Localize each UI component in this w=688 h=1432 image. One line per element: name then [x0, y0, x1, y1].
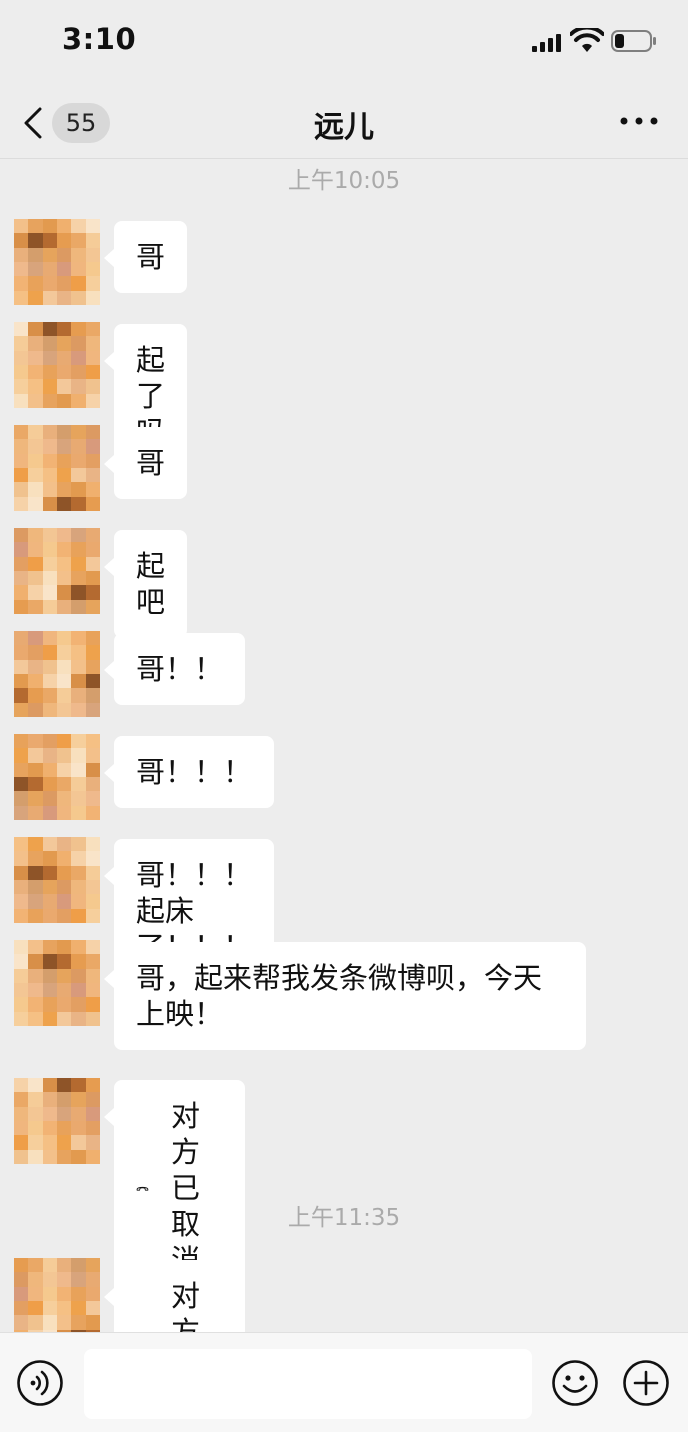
message-bubble[interactable]: 哥 — [103, 221, 188, 293]
avatar[interactable] — [14, 1078, 100, 1164]
time-divider: 上午11:35 — [287, 1205, 401, 1231]
status-bar: 3:10 — [0, 0, 688, 80]
phone-hangup-icon — [136, 1186, 149, 1191]
chat-header: 55 远儿 — [0, 80, 688, 159]
avatar[interactable] — [14, 1258, 100, 1332]
time-divider: 上午10:05 — [287, 168, 401, 194]
message-bubble[interactable]: 起吧 — [103, 530, 188, 638]
avatar[interactable] — [14, 734, 100, 820]
message-bubble[interactable]: 哥 — [103, 427, 188, 499]
avatar[interactable] — [14, 940, 100, 1026]
voice-input-icon[interactable] — [16, 1359, 64, 1407]
wifi-icon — [570, 28, 604, 52]
call-status-text: 对方已取消 — [170, 1099, 200, 1277]
emoji-icon[interactable] — [551, 1359, 599, 1407]
message-bubble[interactable]: 哥！！！ — [103, 736, 275, 808]
avatar[interactable] — [14, 837, 100, 923]
message-input[interactable] — [84, 1349, 532, 1419]
battery-icon — [611, 30, 656, 52]
chat-message-list[interactable]: 上午10:05 哥 起了吗 哥 起吧 哥！！ 哥！！！ 哥！！！起床了！！！ 哥… — [0, 159, 688, 1332]
avatar[interactable] — [14, 425, 100, 511]
avatar[interactable] — [14, 528, 100, 614]
signal-icon — [532, 34, 561, 52]
message-bubble[interactable]: 哥，起来帮我发条微博呗，今天上映！ — [104, 942, 586, 1050]
avatar[interactable] — [14, 219, 100, 305]
plus-icon[interactable] — [622, 1359, 670, 1407]
message-bubble[interactable]: 哥！！ — [103, 633, 246, 705]
more-options-icon[interactable] — [616, 108, 662, 134]
chat-title: 远儿 — [314, 110, 374, 145]
call-record-bubble[interactable]: 对方已取消 — [103, 1260, 246, 1332]
status-time: 3:10 — [62, 22, 137, 56]
avatar[interactable] — [14, 322, 100, 408]
call-status-text: 对方已取消 — [170, 1279, 200, 1332]
avatar[interactable] — [14, 631, 100, 717]
input-bar — [0, 1332, 688, 1432]
